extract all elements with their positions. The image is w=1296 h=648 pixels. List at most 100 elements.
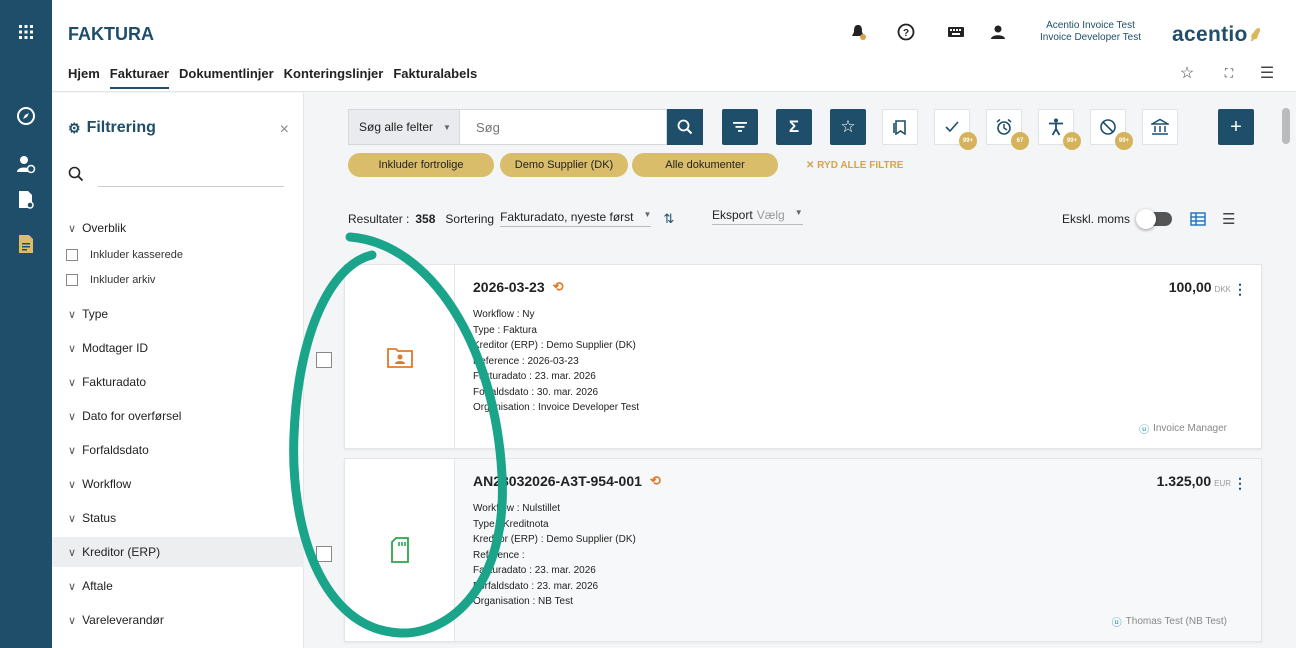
chevron-down-icon: ∨ xyxy=(68,342,77,355)
filter-section-dato-for-overforsel[interactable]: ∨ Dato for overførsel xyxy=(52,401,304,431)
star-icon: ☆ xyxy=(840,117,856,136)
nav-hjem[interactable]: Hjem xyxy=(68,66,100,89)
sd-card-icon xyxy=(390,537,409,563)
results-bar: Resultater : 358 Sortering Fakturadato, … xyxy=(348,210,675,227)
keyboard-icon[interactable] xyxy=(946,22,966,42)
accessibility-count-badge: 99+ xyxy=(1063,132,1081,150)
filter-section-aftale[interactable]: ∨ Aftale xyxy=(52,571,304,601)
exkl-moms-toggle[interactable] xyxy=(1136,209,1173,229)
sum-button[interactable]: Σ xyxy=(776,109,812,145)
filter-section-type[interactable]: ∨ Type xyxy=(52,299,304,329)
search-button[interactable] xyxy=(667,109,703,145)
filter-search-input[interactable] xyxy=(98,163,284,187)
filter-panel: ⚙ Filtrering × ∨ Overblik Inkluder kasser… xyxy=(52,93,304,648)
menu-icon[interactable]: ☰ xyxy=(1258,64,1276,82)
list-view-icon[interactable]: ☰ xyxy=(1222,210,1235,228)
chevron-down-icon: ∨ xyxy=(68,308,77,321)
invoice-thumbnail xyxy=(345,459,455,641)
document-search-icon[interactable] xyxy=(14,188,38,212)
nav-konteringslinjer[interactable]: Konteringslinjer xyxy=(284,66,384,89)
invoice-card[interactable]: AN23032026-A3T-954-001 ⟲ Workflow : Nulst… xyxy=(344,458,1262,642)
search-input[interactable] xyxy=(460,109,667,145)
chip-alle-dokumenter[interactable]: Alle dokumenter xyxy=(632,153,778,177)
bookmarks-button[interactable] xyxy=(882,109,918,145)
nav-dokumentlinjer[interactable]: Dokumentlinjer xyxy=(179,66,274,89)
filter-lines-button[interactable] xyxy=(722,109,758,145)
user-icon[interactable] xyxy=(988,22,1008,42)
filter-section-fakturadato[interactable]: ∨ Fakturadato xyxy=(52,367,304,397)
filter-section-modtager-id[interactable]: ∨ Modtager ID xyxy=(52,333,304,363)
block-icon xyxy=(1100,119,1116,135)
accessibility-button[interactable]: 99+ xyxy=(1038,109,1081,150)
search-field-select[interactable]: Søg alle felter ▼ xyxy=(348,109,460,145)
invoice-title[interactable]: AN23032026-A3T-954-001 ⟲ xyxy=(473,473,661,489)
star-icon[interactable]: ☆ xyxy=(1178,64,1196,82)
filter-section-kreditor-erp[interactable]: ∨ Kreditor (ERP) xyxy=(52,537,304,567)
favorite-button[interactable]: ☆ xyxy=(830,109,866,145)
more-options-icon[interactable]: ⋮ xyxy=(1233,475,1247,492)
invoice-doc-icon[interactable] xyxy=(14,232,38,256)
filter-section-forfaldsdato[interactable]: ∨ Forfaldsdato xyxy=(52,435,304,465)
close-icon[interactable]: × xyxy=(280,121,289,139)
user-circle-icon: ⓤ xyxy=(1139,425,1150,436)
row-checkbox[interactable] xyxy=(316,546,332,562)
table-view-icon[interactable] xyxy=(1190,212,1206,226)
add-button[interactable]: + xyxy=(1218,109,1254,145)
bank-button[interactable] xyxy=(1142,109,1178,145)
export-select[interactable]: Eksport Vælg ▼ xyxy=(712,208,803,225)
filter-title: ⚙ Filtrering xyxy=(68,119,156,136)
more-options-icon[interactable]: ⋮ xyxy=(1233,281,1247,298)
chevron-down-icon: ∨ xyxy=(68,512,77,525)
invoice-amount: 100,00 DKK xyxy=(1168,279,1231,295)
chevron-down-icon: ∨ xyxy=(68,580,77,593)
compass-icon[interactable] xyxy=(14,104,38,128)
apps-grid-icon[interactable] xyxy=(14,20,38,44)
bell-icon[interactable] xyxy=(848,22,868,42)
approved-button[interactable]: 99+ xyxy=(934,109,977,150)
approved-count-badge: 99+ xyxy=(959,132,977,150)
chevron-down-icon: ∨ xyxy=(68,444,77,457)
plus-icon: + xyxy=(1230,115,1242,138)
help-icon[interactable]: ? xyxy=(896,22,916,42)
svg-text:?: ? xyxy=(903,28,909,39)
checkbox-inkluder-kasserede[interactable]: Inkluder kasserede xyxy=(66,249,183,261)
filter-section-status[interactable]: ∨ Status xyxy=(52,503,304,533)
sort-direction-icon[interactable]: ⇅ xyxy=(663,211,674,227)
nav-fakturaer[interactable]: Fakturaer xyxy=(109,66,170,89)
sigma-icon: Σ xyxy=(788,117,800,136)
checkbox-inkluder-arkiv[interactable]: Inkluder arkiv xyxy=(66,274,155,286)
sort-select[interactable]: Fakturadato, nyeste først ▼ xyxy=(500,210,652,227)
user-settings-icon[interactable] xyxy=(14,152,38,176)
chip-demo-supplier[interactable]: Demo Supplier (DK) xyxy=(500,153,628,177)
alarm-clock-icon xyxy=(996,118,1012,135)
chevron-down-icon: ∨ xyxy=(68,614,77,627)
blocked-button[interactable]: 99+ xyxy=(1090,109,1133,150)
chevron-down-icon: ∨ xyxy=(68,222,77,235)
caret-down-icon: ▼ xyxy=(443,122,451,132)
search-icon xyxy=(677,119,693,135)
clear-all-filters-button[interactable]: ✕ RYD ALLE FILTRE xyxy=(806,160,903,171)
filter-section-workflow[interactable]: ∨ Workflow xyxy=(52,469,304,499)
fullscreen-icon[interactable]: ⛶ xyxy=(1220,64,1238,82)
filter-section-overblik[interactable]: ∨ Overblik xyxy=(52,213,304,243)
filter-section-vareleverandor[interactable]: ∨ Vareleverandør xyxy=(52,605,304,635)
row-checkbox[interactable] xyxy=(316,352,332,368)
reminder-button[interactable]: 67 xyxy=(986,109,1029,150)
invoice-owner: ⓤ Thomas Test (NB Test) xyxy=(1111,616,1227,629)
gear-icon: ⚙ xyxy=(68,119,81,136)
user-account[interactable]: Acentio Invoice Test Invoice Developer T… xyxy=(1040,20,1141,44)
scrollbar-thumb[interactable] xyxy=(1282,108,1290,144)
invoice-title[interactable]: 2026-03-23 ⟲ xyxy=(473,279,564,295)
left-rail xyxy=(0,0,52,648)
filter-lines-icon xyxy=(733,122,747,132)
invoice-card[interactable]: 2026-03-23 ⟲ Workflow : Ny Type : Faktura… xyxy=(344,264,1262,449)
chip-inkluder-fortrolige[interactable]: Inkluder fortrolige xyxy=(348,153,494,177)
folder-user-icon xyxy=(386,347,413,368)
check-icon xyxy=(945,121,959,133)
sync-icon: ⟲ xyxy=(649,473,661,488)
accessibility-icon xyxy=(1049,118,1063,136)
invoice-meta: Workflow : Ny Type : Faktura Kreditor (E… xyxy=(473,309,640,413)
main-scrollbar[interactable] xyxy=(1282,96,1290,648)
bookmarks-icon xyxy=(893,120,906,135)
nav-fakturalabels[interactable]: Fakturalabels xyxy=(393,66,477,89)
